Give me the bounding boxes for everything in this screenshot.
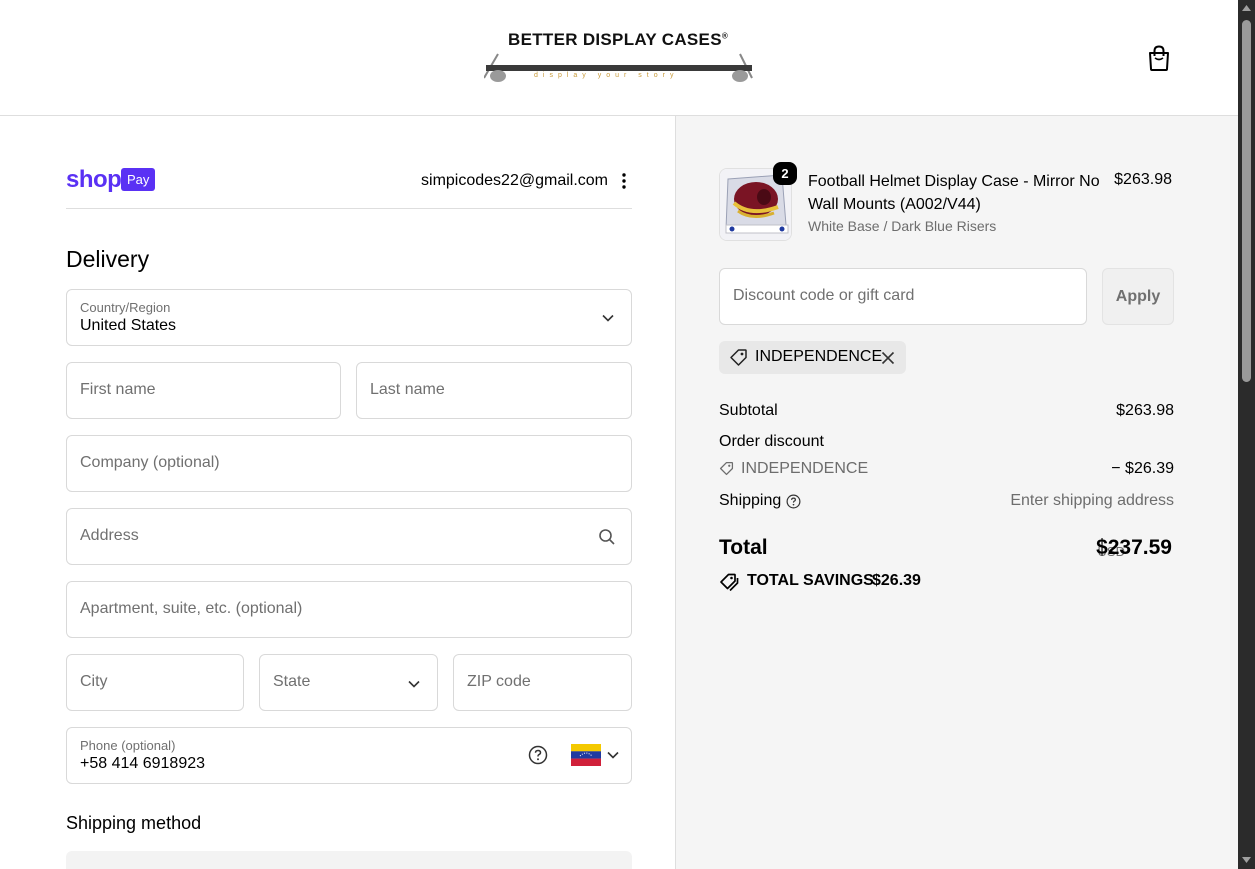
- address-placeholder: Address: [80, 527, 139, 544]
- logo-tagline: display your story: [534, 72, 679, 79]
- city-field[interactable]: City: [66, 654, 244, 711]
- phone-field[interactable]: Phone (optional) +58 414 6918923: [66, 727, 632, 784]
- country-code-selector[interactable]: [571, 744, 619, 770]
- tag-icon: [730, 349, 747, 366]
- subtotal-label: Subtotal: [719, 402, 778, 419]
- chevron-down-icon: [607, 751, 619, 759]
- site-header: BETTER DISPLAY CASES® display your story: [0, 0, 1238, 116]
- page-scrollbar[interactable]: [1238, 0, 1255, 869]
- tags-icon: [720, 573, 739, 591]
- shop-pay-badge: Pay: [121, 168, 156, 191]
- savings-value: $26.39: [872, 572, 921, 589]
- phone-value: +58 414 6918923: [80, 755, 206, 772]
- help-icon[interactable]: [786, 494, 801, 509]
- tag-icon: [719, 461, 734, 476]
- zip-placeholder: ZIP code: [467, 673, 531, 690]
- company-field[interactable]: Company (optional): [66, 435, 632, 492]
- shop-logo[interactable]: shop: [66, 168, 122, 192]
- delivery-heading: Delivery: [66, 246, 150, 272]
- company-placeholder: Company (optional): [80, 454, 220, 471]
- shop-pay-account-row: shop Pay simpicodes22@gmail.com: [66, 168, 632, 209]
- first-name-placeholder: First name: [80, 381, 156, 398]
- discount-placeholder: Discount code or gift card: [733, 287, 915, 304]
- subtotal-value: $263.98: [1116, 402, 1174, 419]
- cart-button[interactable]: [1146, 44, 1172, 72]
- discount-code-label: INDEPENDENCE: [741, 460, 869, 477]
- shipping-value: Enter shipping address: [1010, 492, 1174, 509]
- product-price: $263.98: [1114, 171, 1172, 188]
- apartment-field[interactable]: Apartment, suite, etc. (optional): [66, 581, 632, 638]
- order-summary-panel: 2 Football Helmet Display Case - Mirror …: [675, 116, 1238, 869]
- shipping-label: Shipping: [719, 492, 782, 509]
- logo-shelf-graphic: [484, 53, 753, 82]
- first-name-field[interactable]: First name: [66, 362, 341, 419]
- shipping-row: Shipping Enter shipping address: [719, 492, 1174, 510]
- apply-button[interactable]: Apply: [1102, 268, 1174, 325]
- more-options-icon[interactable]: [618, 172, 630, 190]
- discount-code-input[interactable]: Discount code or gift card: [719, 268, 1087, 325]
- state-placeholder: State: [273, 673, 311, 690]
- last-name-placeholder: Last name: [370, 381, 445, 398]
- remove-discount-icon[interactable]: [881, 351, 895, 365]
- country-label: Country/Region: [80, 300, 171, 315]
- savings-label: TOTAL SAVINGS: [747, 572, 874, 589]
- chevron-down-icon: [408, 680, 420, 688]
- last-name-field[interactable]: Last name: [356, 362, 632, 419]
- applied-discount-code: INDEPENDENCE: [755, 348, 883, 365]
- help-icon[interactable]: [528, 745, 548, 765]
- scrollbar-thumb[interactable]: [1242, 20, 1251, 382]
- state-select[interactable]: State: [259, 654, 438, 711]
- country-value: United States: [80, 317, 177, 334]
- product-variant: White Base / Dark Blue Risers: [808, 218, 997, 234]
- subtotal-row: Subtotal $263.98: [719, 402, 1174, 420]
- phone-label: Phone (optional): [80, 738, 176, 753]
- store-logo[interactable]: BETTER DISPLAY CASES® display your story: [484, 30, 754, 86]
- address-field[interactable]: Address: [66, 508, 632, 565]
- venezuela-flag-icon: [571, 744, 601, 766]
- logo-text: BETTER DISPLAY CASES®: [508, 30, 729, 49]
- apartment-placeholder: Apartment, suite, etc. (optional): [80, 600, 303, 617]
- applied-discount-chip: INDEPENDENCE: [719, 341, 906, 374]
- search-icon: [599, 529, 615, 545]
- scroll-up-icon[interactable]: [1242, 5, 1251, 11]
- discount-value: − $26.39: [1111, 460, 1174, 477]
- checkout-form-panel: shop Pay simpicodes22@gmail.com Delivery…: [0, 116, 675, 869]
- total-value: $237.59: [1096, 536, 1172, 559]
- total-label: Total: [719, 536, 768, 559]
- shopping-bag-icon: [1149, 45, 1169, 71]
- product-title: Football Helmet Display Case - Mirror No…: [808, 173, 1100, 213]
- shipping-method-heading: Shipping method: [66, 813, 202, 833]
- order-discount-label: Order discount: [719, 433, 824, 450]
- country-select[interactable]: Country/Region United States: [66, 289, 632, 346]
- quantity-badge: 2: [773, 162, 797, 185]
- scroll-down-icon[interactable]: [1242, 857, 1251, 863]
- shipping-method-box: [66, 851, 632, 869]
- chevron-down-icon: [602, 314, 614, 322]
- order-discount-row: Order discount: [719, 433, 1174, 451]
- city-placeholder: City: [80, 673, 108, 690]
- account-email: simpicodes22@gmail.com: [421, 172, 608, 189]
- zip-field[interactable]: ZIP code: [453, 654, 632, 711]
